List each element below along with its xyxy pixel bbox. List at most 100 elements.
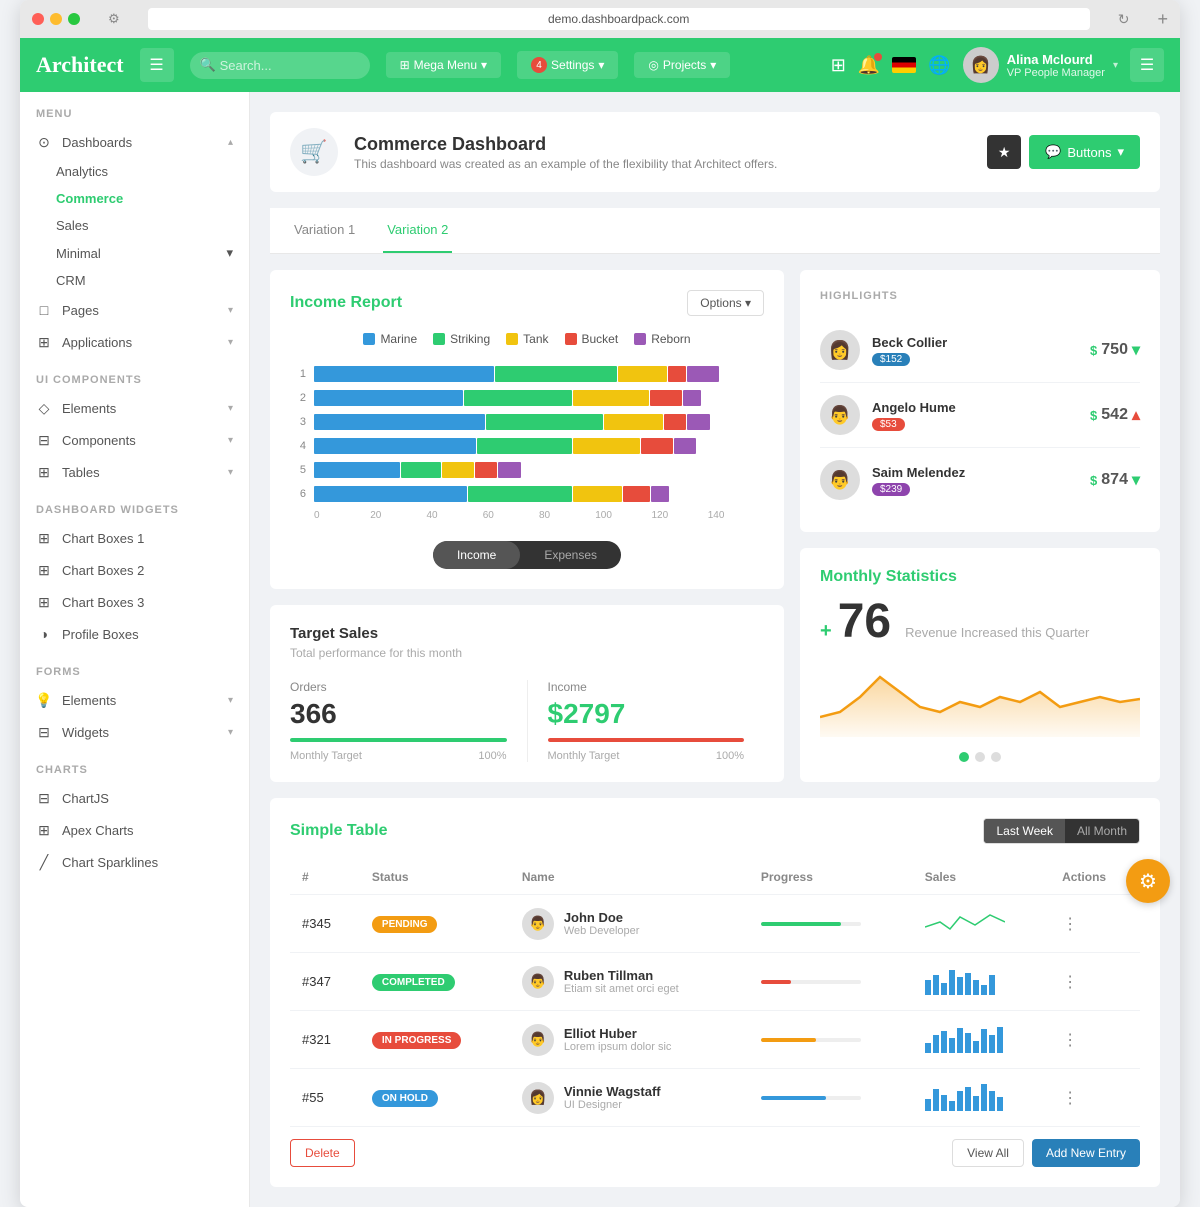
row-status: PENDING: [360, 895, 510, 953]
avatar-saim: 👨: [820, 460, 860, 500]
filter-button-group: Last Week All Month: [983, 818, 1140, 844]
projects-button[interactable]: ◎ Projects ▾: [634, 52, 730, 78]
view-all-button[interactable]: View All: [952, 1139, 1024, 1167]
expenses-toggle-btn[interactable]: Expenses: [520, 541, 621, 569]
col-sales: Sales: [913, 860, 1050, 895]
sidebar-item-applications[interactable]: ⊞ Applications ▾: [20, 326, 249, 358]
mega-menu-icon: ⊞: [400, 58, 410, 72]
sidebar-sub-sales[interactable]: Sales: [20, 212, 249, 239]
sidebar-item-components[interactable]: ⊟ Components ▾: [20, 424, 249, 456]
add-new-entry-button[interactable]: Add New Entry: [1032, 1139, 1140, 1167]
target-sales-title: Target Sales: [290, 625, 764, 642]
bar-row-2: 2: [290, 390, 764, 406]
sidebar-item-elements[interactable]: ◇ Elements ▾: [20, 392, 249, 424]
elements-icon: ◇: [36, 400, 52, 416]
globe-icon[interactable]: 🌐: [928, 55, 950, 76]
sidebar-item-chart-boxes-2[interactable]: ⊞ Chart Boxes 2: [20, 554, 249, 586]
minimize-button[interactable]: [50, 13, 62, 25]
carousel-dot-2[interactable]: [975, 752, 985, 762]
down-arrow-icon: ▾: [1132, 470, 1140, 490]
page-subtitle: This dashboard was created as an example…: [354, 157, 777, 171]
row-action-menu[interactable]: ⋮: [1062, 1032, 1078, 1049]
chevron-down-icon: ▾: [228, 695, 233, 706]
menu-icon[interactable]: ☰: [1130, 48, 1164, 82]
language-flag[interactable]: [892, 57, 916, 73]
sidebar-item-profile-boxes[interactable]: ◑ Profile Boxes: [20, 618, 249, 650]
hamburger-menu[interactable]: ☰: [140, 48, 174, 82]
row-actions: ⋮: [1050, 1069, 1140, 1127]
favorite-button[interactable]: ★: [987, 135, 1021, 169]
user-menu[interactable]: 👩 Alina Mclourd VP People Manager ▾: [963, 47, 1118, 83]
mega-menu-button[interactable]: ⊞ Mega Menu ▾: [386, 52, 501, 78]
options-button[interactable]: Options ▾: [687, 290, 764, 316]
forms-elements-icon: 💡: [36, 692, 52, 708]
sidebar-item-forms-elements[interactable]: 💡 Elements ▾: [20, 684, 249, 716]
sidebar-sub-crm[interactable]: CRM: [20, 267, 249, 294]
chevron-down-icon: ▾: [228, 467, 233, 478]
search-container: 🔍: [190, 52, 370, 79]
carousel-dot-1[interactable]: [959, 752, 969, 762]
search-icon: 🔍: [200, 57, 216, 73]
stats-number-row: + 76 Revenue Increased this Quarter: [820, 594, 1140, 649]
all-month-filter[interactable]: All Month: [1065, 819, 1139, 843]
apex-charts-icon: ⊞: [36, 822, 52, 838]
tab-variation-2[interactable]: Variation 2: [383, 208, 452, 253]
page-actions: ★ 💬 Buttons ▾: [987, 135, 1140, 169]
orders-col: Orders 366 Monthly Target 100%: [290, 680, 527, 762]
col-id: #: [290, 860, 360, 895]
sidebar-item-tables[interactable]: ⊞ Tables ▾: [20, 456, 249, 488]
simple-table: # Status Name Progress Sales Actions #34…: [290, 860, 1140, 1127]
chevron-down-icon: ▾: [228, 337, 233, 348]
address-bar[interactable]: demo.dashboardpack.com: [148, 8, 1090, 30]
carousel-dot-3[interactable]: [991, 752, 1001, 762]
sidebar-item-pages[interactable]: □ Pages ▾: [20, 294, 249, 326]
chevron-down-icon: ▾: [481, 58, 487, 72]
row-progress: [749, 895, 913, 953]
search-input[interactable]: [190, 52, 370, 79]
col-progress: Progress: [749, 860, 913, 895]
chat-icon: 💬: [1045, 144, 1061, 160]
bell-icon[interactable]: 🔔: [858, 55, 880, 76]
buttons-dropdown[interactable]: 💬 Buttons ▾: [1029, 135, 1140, 169]
sidebar-item-dashboards[interactable]: ⊙ Dashboards ▴: [20, 126, 249, 158]
sidebar-item-chart-boxes-3[interactable]: ⊞ Chart Boxes 3: [20, 586, 249, 618]
row-sales: [913, 1011, 1050, 1069]
legend-tank: Tank: [506, 332, 548, 346]
last-week-filter[interactable]: Last Week: [984, 819, 1064, 843]
settings-fab[interactable]: ⚙: [1126, 859, 1170, 903]
sidebar-sub-minimal[interactable]: Minimal ▾: [20, 239, 249, 267]
bar-row-4: 4: [290, 438, 764, 454]
row-action-menu[interactable]: ⋮: [1062, 1090, 1078, 1107]
browser-chrome: ⚙ demo.dashboardpack.com ↻ +: [20, 0, 1180, 38]
tab-variation-1[interactable]: Variation 1: [290, 208, 359, 253]
income-toggle-btn[interactable]: Income: [433, 541, 520, 569]
new-tab-button[interactable]: +: [1157, 9, 1168, 30]
sidebar-item-chartjs[interactable]: ⊟ ChartJS: [20, 782, 249, 814]
charts-section-label: CHARTS: [20, 748, 249, 782]
sidebar-sub-commerce[interactable]: Commerce: [20, 185, 249, 212]
grid-icon[interactable]: ⊞: [831, 55, 846, 76]
settings-button[interactable]: 4 Settings ▾: [517, 51, 618, 79]
row-action-menu[interactable]: ⋮: [1062, 974, 1078, 991]
dashboard-widgets-section-label: DASHBOARD WIDGETS: [20, 488, 249, 522]
row-sales: [913, 895, 1050, 953]
sidebar-item-chart-sparklines[interactable]: ╱ Chart Sparklines: [20, 846, 249, 878]
sidebar-item-apex-charts[interactable]: ⊞ Apex Charts: [20, 814, 249, 846]
avatar-beck: 👩: [820, 330, 860, 370]
chevron-down-icon: ▾: [598, 58, 604, 72]
sidebar-item-chart-boxes-1[interactable]: ⊞ Chart Boxes 1: [20, 522, 249, 554]
close-button[interactable]: [32, 13, 44, 25]
maximize-button[interactable]: [68, 13, 80, 25]
income-expense-toggle: Income Expenses: [433, 541, 621, 569]
sidebar-sub-analytics[interactable]: Analytics: [20, 158, 249, 185]
sales-bar-chart: [925, 965, 1005, 995]
sales-bar-chart: [925, 1023, 1005, 1053]
sidebar-item-forms-widgets[interactable]: ⊟ Widgets ▾: [20, 716, 249, 748]
variation-tabs: Variation 1 Variation 2: [270, 208, 1160, 254]
row-action-menu[interactable]: ⋮: [1062, 916, 1078, 933]
sales-bar-chart: [925, 1081, 1005, 1111]
delete-button[interactable]: Delete: [290, 1139, 355, 1167]
legend-dot-striking: [433, 333, 445, 345]
reload-icon[interactable]: ↻: [1118, 11, 1130, 28]
page-icon: 🛒: [290, 128, 338, 176]
